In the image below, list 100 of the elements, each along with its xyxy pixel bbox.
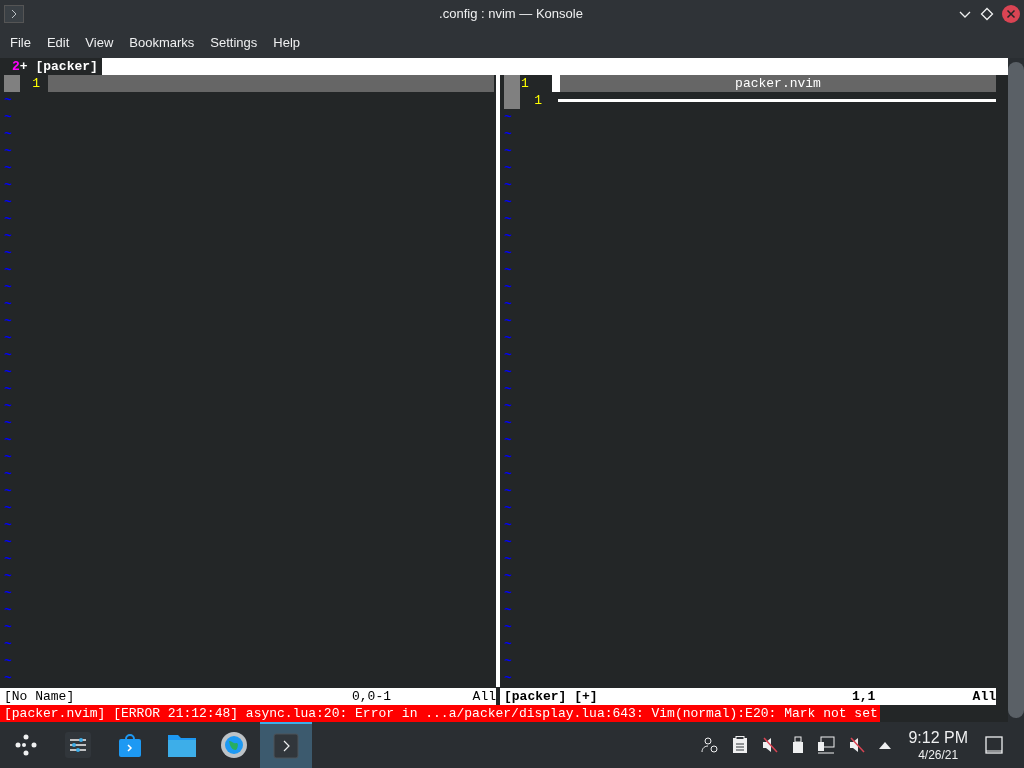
launcher-icon bbox=[13, 732, 39, 758]
filler-tilde: ~ bbox=[504, 636, 512, 653]
filler-tilde: ~ bbox=[504, 568, 512, 585]
cursor-position: 0,0-1 bbox=[352, 688, 392, 705]
user-icon[interactable] bbox=[701, 736, 720, 754]
filler-tilde: ~ bbox=[504, 245, 512, 262]
filler-tilde: ~ bbox=[504, 500, 512, 517]
filler-tilde: ~ bbox=[4, 449, 12, 466]
window-title: .config : nvim — Konsole bbox=[438, 4, 584, 23]
filler-tilde: ~ bbox=[4, 517, 12, 534]
scroll-position: All bbox=[472, 688, 496, 705]
filler-tilde: ~ bbox=[4, 602, 12, 619]
filler-tilde: ~ bbox=[4, 143, 12, 160]
filler-tilde: ~ bbox=[4, 670, 12, 687]
task-button[interactable] bbox=[260, 722, 312, 768]
filler-tilde: ~ bbox=[4, 92, 12, 109]
filler-tilde: ~ bbox=[4, 381, 12, 398]
filler-tilde: ~ bbox=[4, 415, 12, 432]
filler-tilde: ~ bbox=[4, 432, 12, 449]
filler-tilde: ~ bbox=[504, 262, 512, 279]
filler-tilde: ~ bbox=[4, 211, 12, 228]
scrollbar[interactable] bbox=[1008, 58, 1024, 722]
clock[interactable]: 9:12 PM 4/26/21 bbox=[904, 727, 972, 763]
filler-tilde: ~ bbox=[504, 330, 512, 347]
filler-tilde: ~ bbox=[4, 296, 12, 313]
filler-tilde: ~ bbox=[4, 364, 12, 381]
clock-date: 4/26/21 bbox=[918, 747, 959, 763]
menu-item[interactable]: Bookmarks bbox=[121, 32, 203, 53]
menu-item[interactable]: Help bbox=[265, 32, 309, 53]
filler-tilde: ~ bbox=[504, 653, 512, 670]
menu-item[interactable]: Settings bbox=[202, 32, 266, 53]
filler-tilde: ~ bbox=[504, 483, 512, 500]
filler-tilde: ~ bbox=[504, 670, 512, 687]
filler-tilde: ~ bbox=[504, 296, 512, 313]
filler-tilde: ~ bbox=[4, 398, 12, 415]
filler-tilde: ~ bbox=[504, 517, 512, 534]
filler-tilde: ~ bbox=[504, 551, 512, 568]
line-number: 1 bbox=[31, 75, 41, 92]
muted-speaker-icon[interactable] bbox=[848, 736, 867, 754]
filler-tilde: ~ bbox=[4, 279, 12, 296]
filler-tilde: ~ bbox=[4, 313, 12, 330]
filler-tilde: ~ bbox=[4, 347, 12, 364]
cursor-position: 1,1 bbox=[852, 688, 877, 705]
muted-speaker-icon[interactable] bbox=[761, 736, 780, 754]
shopping-bag-icon bbox=[116, 731, 144, 759]
filler-tilde: ~ bbox=[4, 483, 12, 500]
filler-tilde: ~ bbox=[504, 534, 512, 551]
close-icon[interactable] bbox=[1002, 4, 1020, 23]
sliders-icon bbox=[64, 731, 92, 759]
filler-tilde: ~ bbox=[504, 466, 512, 483]
filler-tilde: ~ bbox=[4, 160, 12, 177]
filler-tilde: ~ bbox=[4, 466, 12, 483]
filler-tilde: ~ bbox=[504, 619, 512, 636]
usb-drive-icon[interactable] bbox=[792, 736, 805, 754]
filler-tilde: ~ bbox=[4, 619, 12, 636]
clock-time: 9:12 PM bbox=[908, 727, 968, 748]
filler-tilde: ~ bbox=[504, 126, 512, 143]
buffer-name: [packer] [+] bbox=[503, 688, 599, 705]
sign-column bbox=[4, 75, 20, 92]
globe-gear-icon bbox=[220, 731, 248, 759]
error-message: [packer.nvim] [ERROR 21:12:48] async.lua:20: Error in ...a/packer/display.lua:643: Vim(normal):E20: Mark not set bbox=[0, 705, 880, 722]
show-desktop-icon[interactable] bbox=[985, 736, 1003, 754]
filler-tilde: ~ bbox=[504, 109, 512, 126]
filler-tilde: ~ bbox=[4, 245, 12, 262]
buffer-name: [No Name] bbox=[3, 688, 76, 705]
sign-column bbox=[504, 75, 520, 92]
filler-tilde: ~ bbox=[4, 568, 12, 585]
filler-tilde: ~ bbox=[4, 534, 12, 551]
filler-tilde: ~ bbox=[504, 177, 512, 194]
clipboard-icon[interactable] bbox=[732, 736, 749, 754]
filler-tilde: ~ bbox=[504, 449, 512, 466]
filler-tilde: ~ bbox=[504, 211, 512, 228]
filler-tilde: ~ bbox=[504, 602, 512, 619]
menu-item[interactable]: File bbox=[2, 32, 39, 53]
filler-tilde: ~ bbox=[4, 126, 12, 143]
menu-item[interactable]: View bbox=[77, 32, 122, 53]
network-icon[interactable] bbox=[817, 736, 836, 754]
filler-tilde: ~ bbox=[504, 585, 512, 602]
filler-tilde: ~ bbox=[4, 585, 12, 602]
filler-tilde: ~ bbox=[4, 177, 12, 194]
filler-tilde: ~ bbox=[504, 279, 512, 296]
filler-tilde: ~ bbox=[4, 194, 12, 211]
filler-tilde: ~ bbox=[4, 551, 12, 568]
filler-tilde: ~ bbox=[504, 160, 512, 177]
terminal-icon bbox=[273, 733, 299, 759]
filler-tilde: ~ bbox=[4, 109, 12, 126]
line-number: 1 bbox=[521, 75, 530, 92]
terminal-icon bbox=[4, 4, 24, 23]
filler-tilde: ~ bbox=[504, 415, 512, 432]
filler-tilde: ~ bbox=[4, 653, 12, 670]
expand-arrow-icon[interactable] bbox=[879, 741, 892, 749]
filler-tilde: ~ bbox=[4, 636, 12, 653]
menu-item[interactable]: Edit bbox=[38, 32, 78, 53]
window-header: packer.nvim bbox=[560, 75, 996, 92]
maximize-icon[interactable] bbox=[980, 6, 994, 21]
tab[interactable]: 2+ [packer] bbox=[0, 58, 102, 75]
filler-tilde: ~ bbox=[4, 330, 12, 347]
scroll-position: All bbox=[972, 688, 996, 705]
folder-icon bbox=[167, 732, 197, 758]
sign-column bbox=[504, 92, 520, 109]
